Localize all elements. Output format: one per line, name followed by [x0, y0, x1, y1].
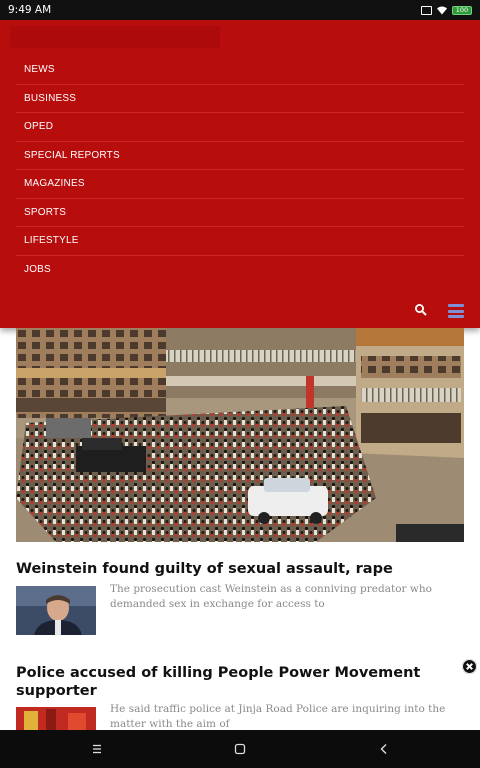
- article-thumbnail-2[interactable]: [16, 707, 96, 730]
- thumbnail-portrait: [16, 586, 96, 635]
- menu-item-magazines[interactable]: MAGAZINES: [16, 170, 464, 199]
- menu-list: NEWS BUSINESS OPED SPECIAL REPORTS MAGAZ…: [16, 56, 464, 284]
- article-headline-2[interactable]: Police accused of killing People Power M…: [16, 664, 436, 700]
- article-headline-1[interactable]: Weinstein found guilty of sexual assault…: [16, 560, 456, 578]
- close-icon[interactable]: [462, 659, 477, 674]
- wifi-icon: [437, 6, 447, 14]
- status-icons: 100: [421, 4, 472, 16]
- sim-icon: [421, 5, 432, 15]
- article-thumbnail-1[interactable]: [16, 586, 96, 635]
- crowd-street-photo: [16, 328, 464, 542]
- menu-item-special-reports[interactable]: SPECIAL REPORTS: [16, 142, 464, 170]
- android-nav-bar: [0, 730, 480, 768]
- back-icon[interactable]: [377, 742, 391, 756]
- thumbnail-red-crowd: [16, 707, 96, 730]
- menu-item-jobs[interactable]: JOBS: [16, 256, 464, 285]
- hamburger-menu-icon[interactable]: [448, 304, 464, 318]
- article-excerpt-2: He said traffic police at Jinja Road Pol…: [110, 703, 446, 730]
- menu-item-news[interactable]: NEWS: [16, 56, 464, 85]
- menu-item-lifestyle[interactable]: LIFESTYLE: [16, 227, 464, 256]
- menu-item-sports[interactable]: SPORTS: [16, 199, 464, 227]
- nav-menu: NEWS BUSINESS OPED SPECIAL REPORTS MAGAZ…: [0, 20, 480, 328]
- menu-item-business[interactable]: BUSINESS: [16, 85, 464, 113]
- search-icon[interactable]: [414, 303, 428, 317]
- article-excerpt-1: The prosecution cast Weinstein as a conn…: [110, 583, 432, 610]
- battery-icon: 100: [452, 5, 472, 15]
- recents-icon[interactable]: [90, 742, 104, 756]
- site-logo[interactable]: [10, 26, 220, 48]
- menu-item-oped[interactable]: OPED: [16, 113, 464, 142]
- home-icon[interactable]: [233, 742, 247, 756]
- status-time: 9:49 AM: [8, 4, 52, 16]
- hero-image[interactable]: [16, 328, 464, 542]
- status-bar: 9:49 AM 100: [0, 0, 480, 20]
